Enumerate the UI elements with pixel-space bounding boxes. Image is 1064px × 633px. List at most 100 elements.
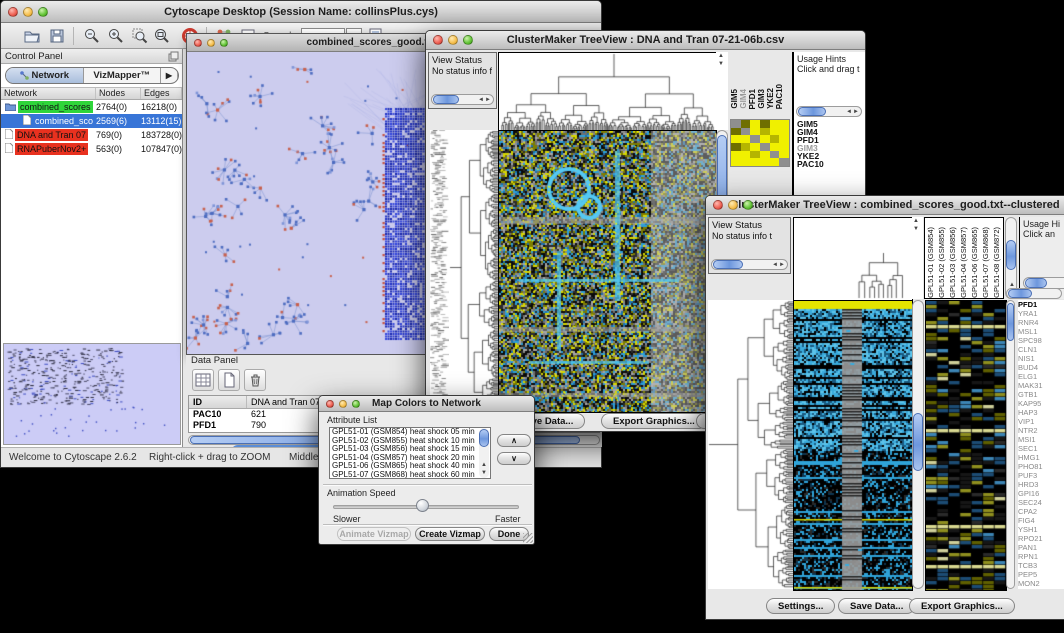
- control-panel-tabs: Network VizMapper™ ▶: [5, 67, 179, 84]
- dialog-titlebar[interactable]: Map Colors to Network: [319, 396, 534, 412]
- heatmap-cell: [731, 135, 741, 143]
- close-button[interactable]: [713, 200, 723, 210]
- resize-grip[interactable]: [523, 533, 533, 543]
- close-button[interactable]: [326, 400, 334, 408]
- treeview-button-export-graphics[interactable]: Export Graphics...: [909, 598, 1015, 614]
- animation-speed-slider-thumb[interactable]: [416, 499, 429, 512]
- close-button[interactable]: [433, 35, 443, 45]
- dialog-button-create-vizmap[interactable]: Create Vizmap: [415, 527, 485, 541]
- treeview-button-settings[interactable]: Settings...: [766, 598, 835, 614]
- heatmap-cell: [731, 120, 741, 128]
- genelist-vscrollbar[interactable]: [1006, 300, 1015, 589]
- save-icon[interactable]: [48, 27, 66, 45]
- network-nodes: 2764(0): [96, 102, 141, 112]
- heatmap-vscrollbar[interactable]: [912, 300, 924, 589]
- labels-vscrollbar[interactable]: ▲▼: [1005, 217, 1017, 299]
- minimize-button[interactable]: [23, 7, 33, 17]
- zoom-button[interactable]: [743, 200, 753, 210]
- heatmap-cell: [750, 151, 760, 159]
- gene-label: PAN1: [1018, 543, 1056, 552]
- network-row[interactable]: RNAPuberNov2+563(0)107847(0): [1, 142, 182, 156]
- attribute-item[interactable]: GPL51-07 (GSM868) heat shock 60 min: [330, 471, 490, 479]
- detail-column-label: GPL51-04 (GSM857): [958, 227, 969, 298]
- treeview2-title: ClusterMaker TreeView : combined_scores_…: [706, 196, 1064, 215]
- float-panel-icon[interactable]: [168, 51, 179, 65]
- tab-vizmapper[interactable]: VizMapper™: [84, 68, 162, 83]
- file-icon: [5, 129, 13, 141]
- open-folder-icon[interactable]: [23, 27, 41, 45]
- zoom-button[interactable]: [220, 39, 228, 47]
- network-edges: 16218(0): [141, 102, 182, 112]
- detail-heatmap-grid[interactable]: [730, 119, 790, 167]
- network-row[interactable]: combined_sco2569(6)13112(15): [1, 114, 182, 128]
- move-up-button[interactable]: ∧: [497, 434, 531, 447]
- folder-icon: [5, 102, 16, 113]
- zoom-out-icon[interactable]: [83, 27, 101, 45]
- network-name: RNAPuberNov2+: [15, 143, 88, 155]
- network-row[interactable]: DNA and Tran 07769(0)183728(0): [1, 128, 182, 142]
- gene-label: MSI1: [1018, 435, 1056, 444]
- genelist-hscrollbar[interactable]: [1006, 288, 1062, 299]
- attribute-list[interactable]: GPL51-01 (GSM854) heat shock 05 minGPL51…: [329, 427, 491, 479]
- network-name: combined_sco: [33, 115, 95, 127]
- heatmap-cell: [779, 158, 789, 166]
- treeview-button-save-data[interactable]: Save Data...: [838, 598, 915, 614]
- trash-icon[interactable]: [244, 369, 266, 391]
- attribute-grid-icon[interactable]: [192, 369, 214, 391]
- column-dendrogram[interactable]: [498, 52, 717, 132]
- heatmap-cell: [750, 158, 760, 166]
- zoom-in-icon[interactable]: [107, 27, 125, 45]
- heatmap-cell: [779, 135, 789, 143]
- heatmap-cell: [770, 128, 780, 136]
- file-icon: [23, 115, 31, 127]
- network-edges: 183728(0): [141, 130, 182, 140]
- gene-label: GTB1: [1018, 390, 1056, 399]
- heatmap-cell: [770, 135, 780, 143]
- treeview2-titlebar[interactable]: ClusterMaker TreeView : combined_scores_…: [706, 196, 1064, 215]
- new-page-icon[interactable]: [218, 369, 240, 391]
- heatmap-cell: [731, 143, 741, 151]
- treeview-button-export-graphics[interactable]: Export Graphics...: [601, 413, 707, 429]
- network-row[interactable]: combined_scores2764(0)16218(0): [1, 100, 182, 114]
- close-button[interactable]: [8, 7, 18, 17]
- zoom-fit-icon[interactable]: [153, 27, 171, 45]
- row-dendrogram[interactable]: [708, 300, 793, 589]
- treeview1-titlebar[interactable]: ClusterMaker TreeView : DNA and Tran 07-…: [426, 31, 865, 50]
- tab-network[interactable]: Network: [6, 68, 84, 83]
- heatmap-cell: [779, 128, 789, 136]
- hints-hscrollbar[interactable]: ◄►: [796, 106, 862, 117]
- zoom-button[interactable]: [352, 400, 360, 408]
- birdseye-view[interactable]: [3, 343, 181, 445]
- move-down-button[interactable]: ∨: [497, 452, 531, 465]
- minimize-button[interactable]: [728, 200, 738, 210]
- zoom-button[interactable]: [463, 35, 473, 45]
- heatmap-cell: [760, 151, 770, 159]
- zoom-button[interactable]: [38, 7, 48, 17]
- network-table-header: Network Nodes Edges: [1, 87, 182, 100]
- attribute-list-scrollbar[interactable]: ▲▼: [479, 428, 489, 478]
- network-name-cell: combined_sco: [1, 115, 96, 127]
- minimize-button[interactable]: [207, 39, 215, 47]
- main-titlebar[interactable]: Cytoscape Desktop (Session Name: collins…: [1, 1, 601, 23]
- heatmap-cell: [750, 120, 760, 128]
- map-colors-dialog: Map Colors to Network Attribute List GPL…: [318, 395, 535, 545]
- gene-label: TCB3: [1018, 561, 1056, 570]
- column-dendrogram[interactable]: [793, 217, 913, 301]
- minimize-button[interactable]: [339, 400, 347, 408]
- global-heatmap[interactable]: [498, 130, 717, 413]
- minimize-button[interactable]: [448, 35, 458, 45]
- global-heatmap[interactable]: [793, 300, 913, 591]
- divider: [323, 484, 532, 486]
- view-status-hscrollbar[interactable]: ◄►: [711, 259, 788, 270]
- dialog-button-animate-vizmap[interactable]: Animate Vizmap: [337, 527, 411, 541]
- zoom-selected-icon[interactable]: [131, 27, 149, 45]
- row-dendrogram[interactable]: [449, 130, 498, 411]
- animation-speed-label: Animation Speed: [327, 488, 396, 498]
- close-button[interactable]: [194, 39, 202, 47]
- view-status-hscrollbar[interactable]: ◄►: [431, 94, 494, 105]
- status-welcome: Welcome to Cytoscape 2.6.2: [9, 452, 137, 463]
- tab-overflow-arrow[interactable]: ▶: [161, 68, 178, 83]
- heatmap-cell: [779, 120, 789, 128]
- network-edges: 107847(0): [141, 144, 182, 154]
- detail-heatmap[interactable]: [925, 300, 1007, 591]
